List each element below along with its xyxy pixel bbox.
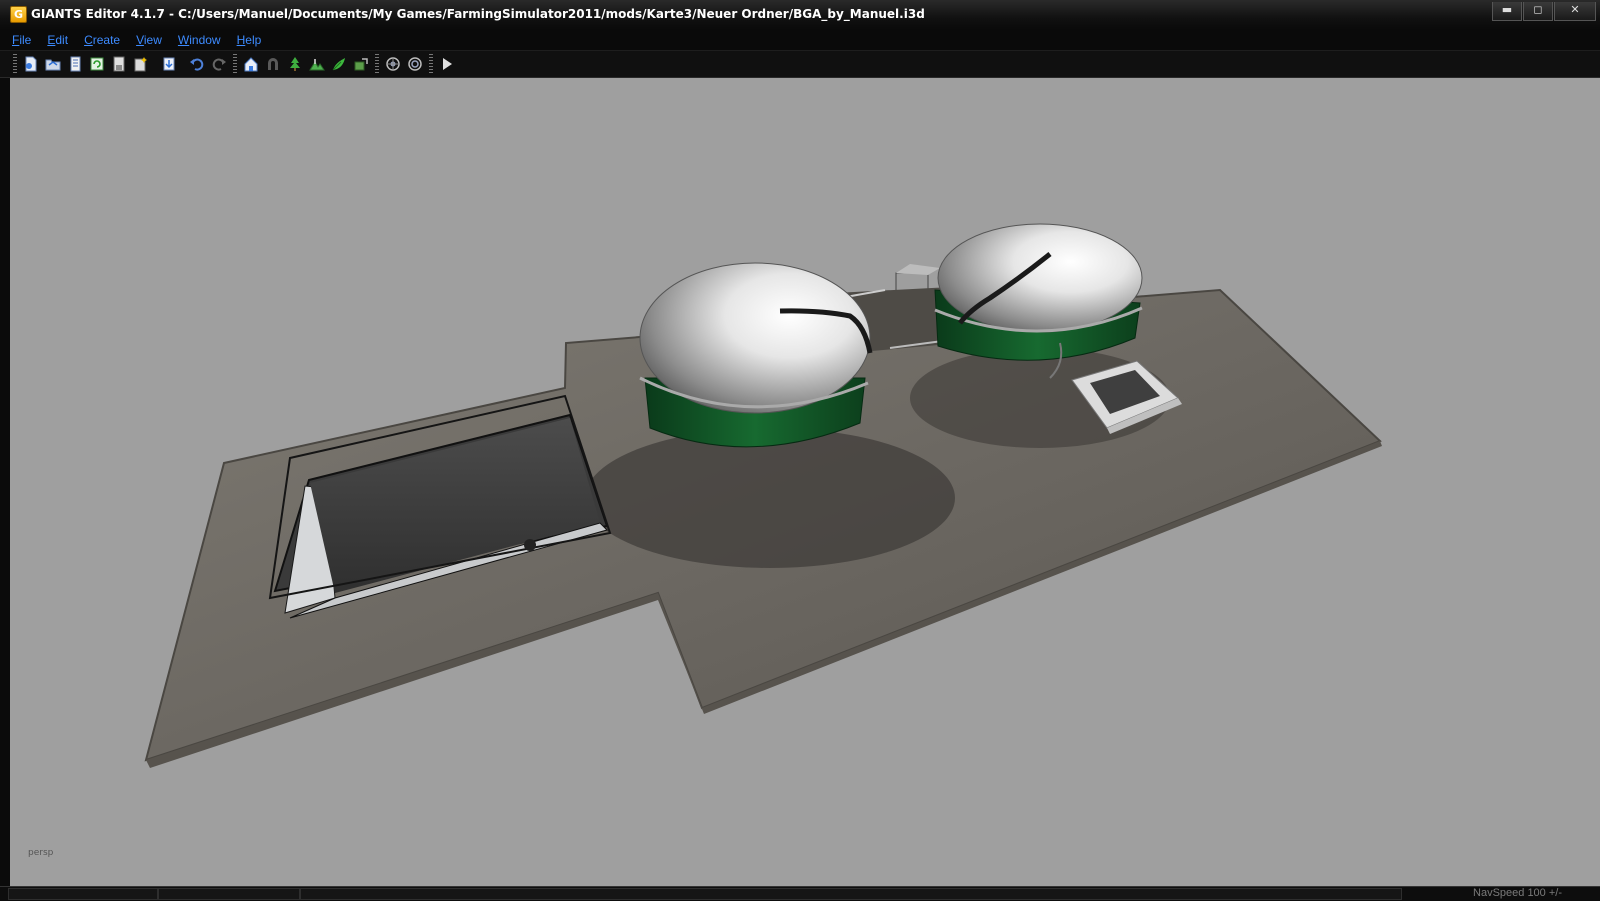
app-icon: G [10,6,27,23]
window-controls: ▬ ◻ ✕ [1492,0,1600,22]
navspeed-readout: NavSpeed 100 +/- [1473,887,1562,899]
menu-view[interactable]: View [128,33,170,47]
tree-icon[interactable] [285,54,305,74]
close-button[interactable]: ✕ [1554,2,1596,21]
document-icon[interactable] [65,54,85,74]
status-field [158,888,300,900]
foliage-icon[interactable] [329,54,349,74]
menu-bar: File Edit Create View Window Help [0,30,1600,51]
open-file-icon[interactable] [43,54,63,74]
home-icon[interactable] [241,54,261,74]
toolbar-grip[interactable] [429,54,433,74]
play-icon[interactable] [437,54,457,74]
redo-icon[interactable] [209,54,229,74]
select-icon[interactable] [383,54,403,74]
menu-file[interactable]: File [0,33,39,47]
save-icon[interactable] [109,54,129,74]
title-bar: G GIANTS Editor 4.1.7 - C:/Users/Manuel/… [0,0,1600,30]
save-as-icon[interactable] [131,54,151,74]
left-panel-strip [0,78,10,886]
magnet-icon[interactable] [263,54,283,74]
maximize-button[interactable]: ◻ [1523,2,1553,21]
menu-window[interactable]: Window [170,33,229,47]
status-field [8,888,158,900]
menu-help[interactable]: Help [229,33,270,47]
status-bar: NavSpeed 100 +/- [0,886,1600,901]
window-title: GIANTS Editor 4.1.7 - C:/Users/Manuel/Do… [31,7,925,21]
toolbar [0,51,1600,78]
menu-edit[interactable]: Edit [39,33,76,47]
3d-viewport[interactable]: persp [10,78,1600,886]
undo-icon[interactable] [187,54,207,74]
toolbar-grip[interactable] [233,54,237,74]
paint-icon[interactable] [351,54,371,74]
toolbar-grip[interactable] [13,54,17,74]
refresh-icon[interactable] [87,54,107,74]
minimize-button[interactable]: ▬ [1492,2,1522,21]
camera-label: persp [28,848,54,858]
scene-render [144,223,1382,768]
menu-create[interactable]: Create [76,33,128,47]
new-file-icon[interactable] [21,54,41,74]
toolbar-grip[interactable] [375,54,379,74]
biogas-tank-left [639,262,873,448]
status-field [300,888,1402,900]
terrain-icon[interactable] [307,54,327,74]
transform-icon[interactable] [405,54,425,74]
import-icon[interactable] [159,54,179,74]
